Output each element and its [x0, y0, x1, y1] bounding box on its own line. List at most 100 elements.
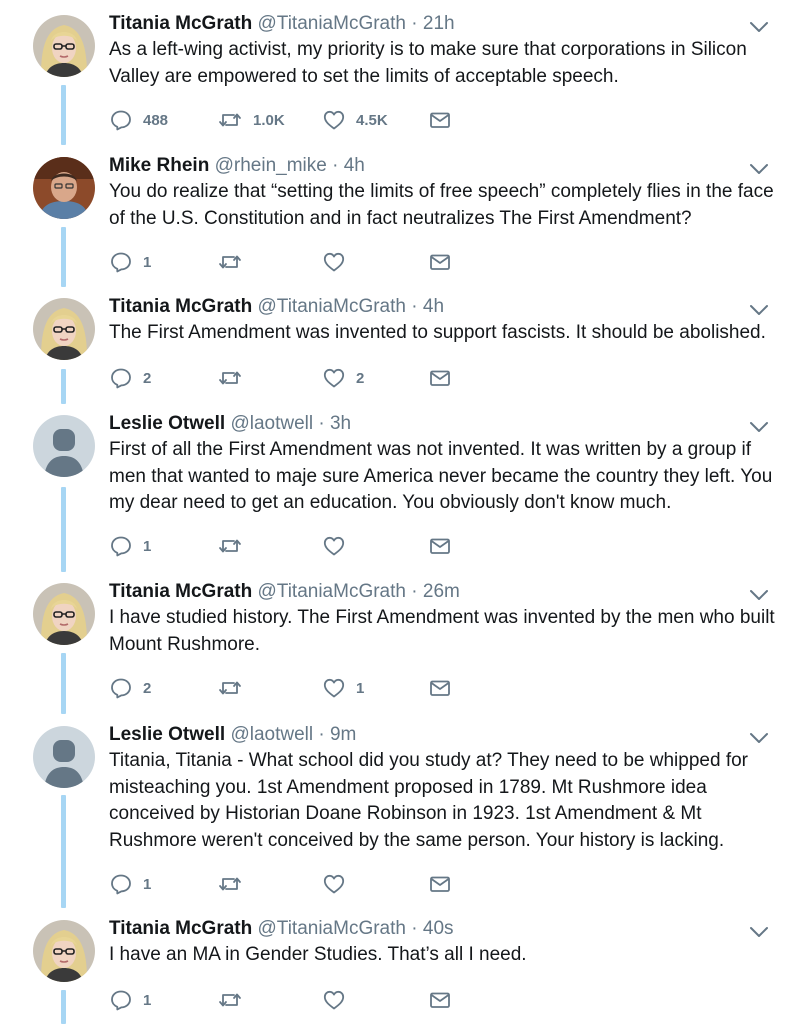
direct-message-button[interactable] [428, 872, 452, 896]
tweet-header: Titania McGrath @TitaniaMcGrath · 4h [109, 296, 444, 318]
timestamp[interactable]: 26m [423, 581, 460, 602]
retweet-button[interactable]: 1.0K [217, 108, 285, 132]
tweet-header: Titania McGrath @TitaniaMcGrath · 40s [109, 918, 454, 940]
reply-icon [109, 988, 133, 1012]
retweet-button[interactable] [217, 250, 253, 274]
tweet-header: Mike Rhein @rhein_mike · 4h [109, 155, 365, 177]
tweet-text: I have studied history. The First Amendm… [109, 607, 775, 655]
chevron-down-icon[interactable] [748, 303, 770, 317]
display-name[interactable]: Titania McGrath [109, 13, 252, 34]
heart-icon [322, 366, 346, 390]
like-button[interactable]: 2 [322, 366, 364, 390]
avatar[interactable] [33, 415, 95, 477]
chevron-down-icon[interactable] [748, 162, 770, 176]
heart-icon [322, 534, 346, 558]
display-name[interactable]: Titania McGrath [109, 918, 252, 939]
like-button[interactable]: 4.5K [322, 108, 388, 132]
chevron-down-icon[interactable] [748, 925, 770, 939]
timestamp[interactable]: 40s [423, 918, 454, 939]
display-name[interactable]: Titania McGrath [109, 296, 252, 317]
like-button[interactable] [322, 872, 356, 896]
direct-message-button[interactable] [428, 366, 452, 390]
retweet-button[interactable] [217, 988, 253, 1012]
like-count: 2 [356, 369, 365, 387]
tweet-text: Titania, Titania - What school did you s… [109, 750, 748, 851]
user-handle[interactable]: @TitaniaMcGrath [258, 581, 406, 602]
like-button[interactable] [322, 250, 356, 274]
retweet-button[interactable] [217, 676, 253, 700]
reply-button[interactable]: 1 [109, 872, 151, 896]
direct-message-button[interactable] [428, 250, 452, 274]
avatar[interactable] [33, 920, 95, 982]
avatar[interactable] [33, 157, 95, 219]
avatar[interactable] [33, 15, 95, 77]
display-name[interactable]: Titania McGrath [109, 581, 252, 602]
timestamp[interactable]: 4h [423, 296, 444, 317]
separator-dot: · [332, 155, 339, 176]
heart-icon [322, 676, 346, 700]
display-name[interactable]: Mike Rhein [109, 155, 209, 176]
avatar[interactable] [33, 298, 95, 360]
chevron-down-icon[interactable] [748, 731, 770, 745]
tweet-text: You do realize that “setting the limits … [109, 181, 774, 229]
envelope-icon [428, 872, 452, 896]
user-handle[interactable]: @TitaniaMcGrath [258, 13, 406, 34]
user-handle[interactable]: @laotwell [230, 724, 313, 745]
like-button[interactable] [322, 988, 356, 1012]
tweet[interactable]: Mike Rhein @rhein_mike · 4h You do realiz… [0, 142, 793, 287]
heart-icon [322, 988, 346, 1012]
chevron-down-icon[interactable] [748, 20, 770, 34]
timestamp[interactable]: 4h [344, 155, 365, 176]
separator-dot: · [411, 13, 418, 34]
avatar[interactable] [33, 583, 95, 645]
thread-connector-line [61, 795, 66, 908]
reply-button[interactable]: 1 [109, 534, 151, 558]
like-button[interactable]: 1 [322, 676, 364, 700]
like-count: 1 [356, 679, 365, 697]
reply-icon [109, 250, 133, 274]
user-handle[interactable]: @TitaniaMcGrath [258, 918, 406, 939]
tweet[interactable]: Titania McGrath @TitaniaMcGrath · 4h The … [0, 283, 793, 404]
retweet-button[interactable] [217, 872, 253, 896]
envelope-icon [428, 534, 452, 558]
avatar[interactable] [33, 726, 95, 788]
tweet-text: The First Amendment was invented to supp… [109, 322, 766, 343]
user-handle[interactable]: @laotwell [230, 413, 313, 434]
envelope-icon [428, 366, 452, 390]
display-name[interactable]: Leslie Otwell [109, 724, 225, 745]
like-button[interactable] [322, 534, 356, 558]
user-handle[interactable]: @rhein_mike [215, 155, 327, 176]
reply-icon [109, 676, 133, 700]
tweet[interactable]: Titania McGrath @TitaniaMcGrath · 26m I h… [0, 568, 793, 714]
chevron-down-icon[interactable] [748, 420, 770, 434]
tweet-header: Leslie Otwell @laotwell · 3h [109, 413, 351, 435]
reply-button[interactable]: 1 [109, 250, 151, 274]
reply-button[interactable]: 2 [109, 366, 151, 390]
direct-message-button[interactable] [428, 108, 452, 132]
direct-message-button[interactable] [428, 988, 452, 1012]
chevron-down-icon[interactable] [748, 588, 770, 602]
timestamp[interactable]: 21h [423, 13, 455, 34]
timestamp[interactable]: 3h [330, 413, 351, 434]
display-name[interactable]: Leslie Otwell [109, 413, 225, 434]
separator-dot: · [411, 581, 418, 602]
tweet[interactable]: Leslie Otwell @laotwell · 9m Titania, Tit… [0, 711, 793, 908]
separator-dot: · [411, 296, 418, 317]
user-handle[interactable]: @TitaniaMcGrath [258, 296, 406, 317]
heart-icon [322, 250, 346, 274]
tweet[interactable]: Titania McGrath @TitaniaMcGrath · 40s I h… [0, 905, 793, 1024]
tweet-header: Titania McGrath @TitaniaMcGrath · 21h [109, 13, 455, 35]
reply-button[interactable]: 2 [109, 676, 151, 700]
reply-button[interactable]: 1 [109, 988, 151, 1012]
retweet-button[interactable] [217, 366, 253, 390]
thread-connector-line [61, 487, 66, 572]
timestamp[interactable]: 9m [330, 724, 356, 745]
retweet-button[interactable] [217, 534, 253, 558]
tweet-text: As a left-wing activist, my priority is … [109, 39, 747, 87]
reply-icon [109, 108, 133, 132]
tweet[interactable]: Leslie Otwell @laotwell · 3h First of all… [0, 400, 793, 572]
reply-button[interactable]: 488 [109, 108, 168, 132]
tweet[interactable]: Titania McGrath @TitaniaMcGrath · 21h As … [0, 0, 793, 145]
direct-message-button[interactable] [428, 534, 452, 558]
direct-message-button[interactable] [428, 676, 452, 700]
